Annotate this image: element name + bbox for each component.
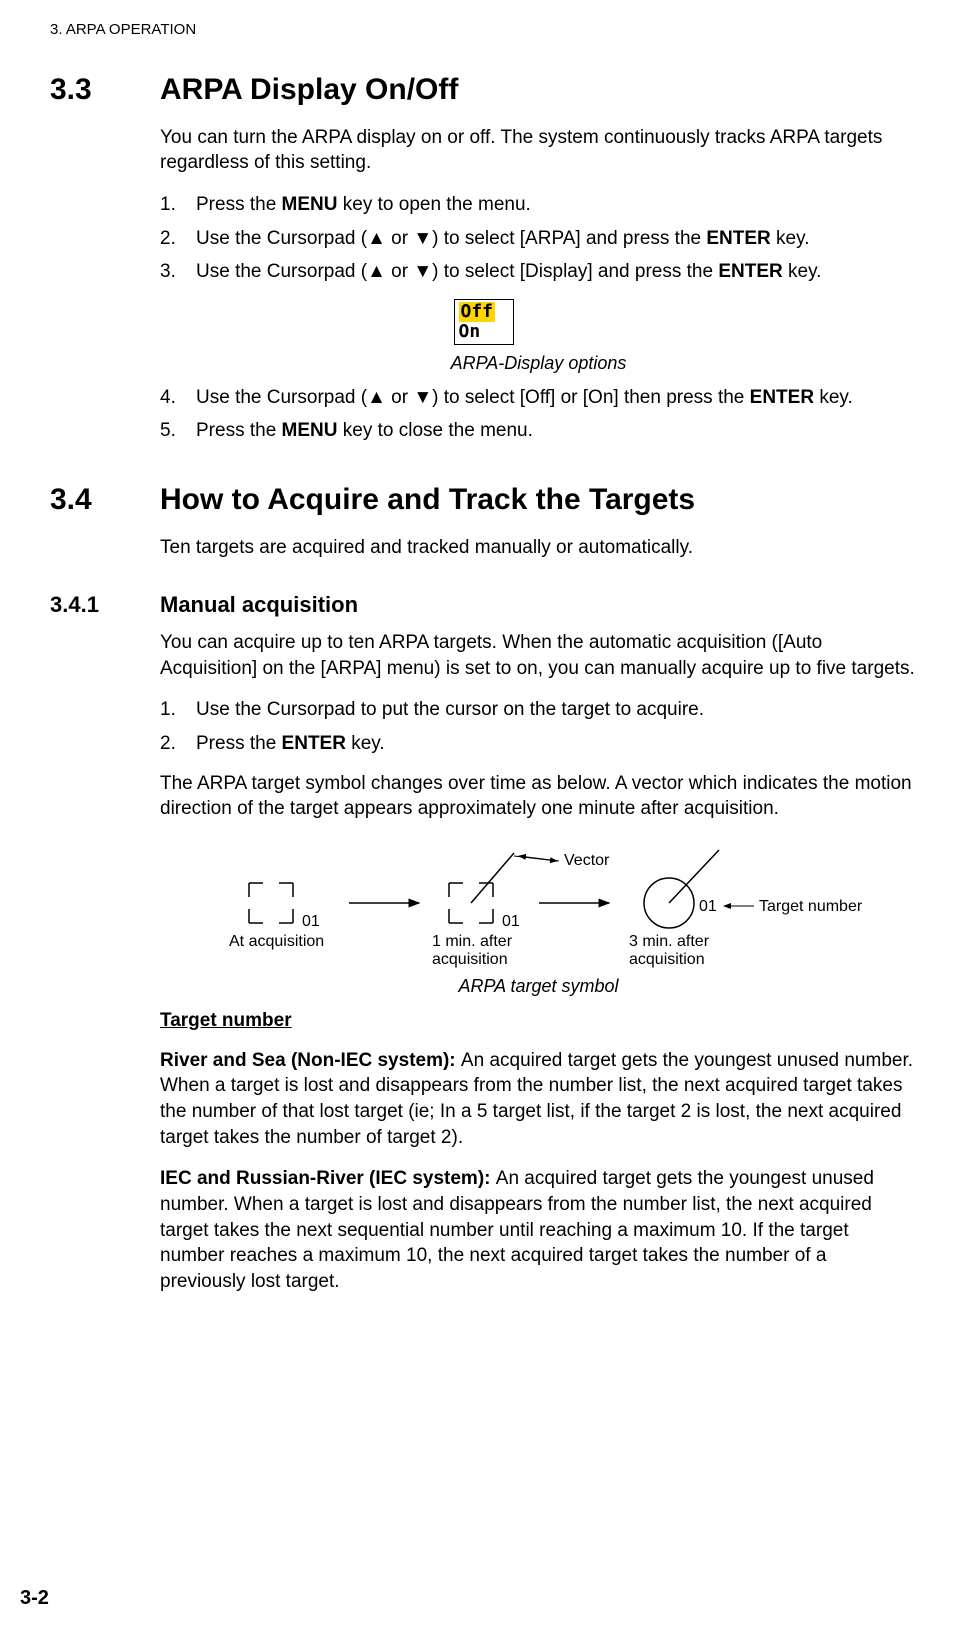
section-3-3-steps-cont: 4. Use the Cursorpad (▲ or ▼) to select … — [160, 385, 917, 444]
text: key. — [783, 261, 822, 282]
section-3-4-1-intro: You can acquire up to ten ARPA targets. … — [160, 630, 917, 681]
option-on: On — [459, 322, 509, 342]
section-3-4-1-header: 3.4.1 Manual acquisition — [50, 590, 917, 620]
section-3-3-steps: 1. Press the MENU key to open the menu. … — [160, 192, 917, 285]
list-item: 1. Press the MENU key to open the menu. — [160, 192, 917, 218]
step-text: Use the Cursorpad (▲ or ▼) to select [Of… — [196, 385, 917, 411]
step-text: Press the MENU key to close the menu. — [196, 418, 917, 444]
options-caption: ARPA-Display options — [160, 351, 917, 375]
step-number: 5. — [160, 418, 196, 444]
option-off: Off — [459, 302, 496, 322]
text: Use the Cursorpad (▲ or ▼) to select [Of… — [196, 387, 750, 408]
subsection-title: Manual acquisition — [160, 590, 358, 620]
enter-key-label: ENTER — [750, 387, 814, 408]
list-item: 1. Use the Cursorpad to put the cursor o… — [160, 697, 917, 723]
diagram-caption: ARPA target symbol — [160, 974, 917, 998]
text: Press the — [196, 733, 282, 754]
list-item: 3. Use the Cursorpad (▲ or ▼) to select … — [160, 259, 917, 285]
label-target-number: Target number — [759, 898, 863, 915]
step-number: 2. — [160, 226, 196, 252]
step-text: Use the Cursorpad (▲ or ▼) to select [AR… — [196, 226, 917, 252]
text: Use the Cursorpad (▲ or ▼) to select [AR… — [196, 228, 706, 249]
subsection-number: 3.4.1 — [50, 590, 160, 620]
step-number: 1. — [160, 697, 196, 723]
enter-key-label: ENTER — [706, 228, 770, 249]
section-3-3-intro: You can turn the ARPA display on or off.… — [160, 125, 917, 176]
iec-paragraph: IEC and Russian-River (IEC system): An a… — [160, 1166, 917, 1294]
enter-key-label: ENTER — [718, 261, 782, 282]
list-item: 5. Press the MENU key to close the menu. — [160, 418, 917, 444]
list-item: 2. Use the Cursorpad (▲ or ▼) to select … — [160, 226, 917, 252]
text: Press the — [196, 194, 282, 215]
text: key. — [814, 387, 853, 408]
section-3-4-intro: Ten targets are acquired and tracked man… — [160, 535, 917, 561]
step-number: 4. — [160, 385, 196, 411]
target-number-01: 01 — [699, 898, 717, 915]
target-number-01: 01 — [302, 913, 320, 930]
text: Press the — [196, 420, 282, 441]
label-at-acquisition: At acquisition — [229, 933, 324, 950]
step-number: 1. — [160, 192, 196, 218]
step-number: 3. — [160, 259, 196, 285]
section-title: How to Acquire and Track the Targets — [160, 480, 695, 521]
page-number: 3-2 — [20, 1585, 49, 1612]
step-text: Press the ENTER key. — [196, 731, 917, 757]
section-3-4-1-aftersteps: The ARPA target symbol changes over time… — [160, 771, 917, 822]
section-3-4-1-steps: 1. Use the Cursorpad to put the cursor o… — [160, 697, 917, 756]
text: key. — [346, 733, 385, 754]
list-item: 2. Press the ENTER key. — [160, 731, 917, 757]
menu-key-label: MENU — [282, 420, 338, 441]
list-item: 4. Use the Cursorpad (▲ or ▼) to select … — [160, 385, 917, 411]
iec-label: IEC and Russian-River (IEC system): — [160, 1168, 496, 1189]
target-number-heading: Target number — [160, 1008, 917, 1034]
label-1min: 1 min. after acquisition — [432, 933, 516, 968]
section-number: 3.4 — [50, 480, 160, 521]
text: key to close the menu. — [338, 420, 533, 441]
menu-key-label: MENU — [282, 194, 338, 215]
step-text: Use the Cursorpad (▲ or ▼) to select [Di… — [196, 259, 917, 285]
step-text: Press the MENU key to open the menu. — [196, 192, 917, 218]
text: key to open the menu. — [338, 194, 531, 215]
river-sea-label: River and Sea (Non-IEC system): — [160, 1050, 461, 1071]
chapter-header: 3. ARPA OPERATION — [50, 20, 917, 40]
step-number: 2. — [160, 731, 196, 757]
label-vector: Vector — [564, 852, 610, 869]
target-number-01: 01 — [502, 913, 520, 930]
section-3-4-header: 3.4 How to Acquire and Track the Targets — [50, 480, 917, 521]
arpa-target-symbol-diagram: 01 At acquisition 01 1 min. after acquis… — [160, 838, 917, 968]
section-title: ARPA Display On/Off — [160, 70, 458, 111]
section-number: 3.3 — [50, 70, 160, 111]
arpa-display-options-box: Off On — [454, 299, 514, 345]
river-sea-paragraph: River and Sea (Non-IEC system): An acqui… — [160, 1048, 917, 1151]
text: Use the Cursorpad (▲ or ▼) to select [Di… — [196, 261, 718, 282]
section-3-3-header: 3.3 ARPA Display On/Off — [50, 70, 917, 111]
label-3min: 3 min. after acquisition — [629, 933, 713, 968]
step-text: Use the Cursorpad to put the cursor on t… — [196, 697, 917, 723]
enter-key-label: ENTER — [282, 733, 346, 754]
text: key. — [771, 228, 810, 249]
